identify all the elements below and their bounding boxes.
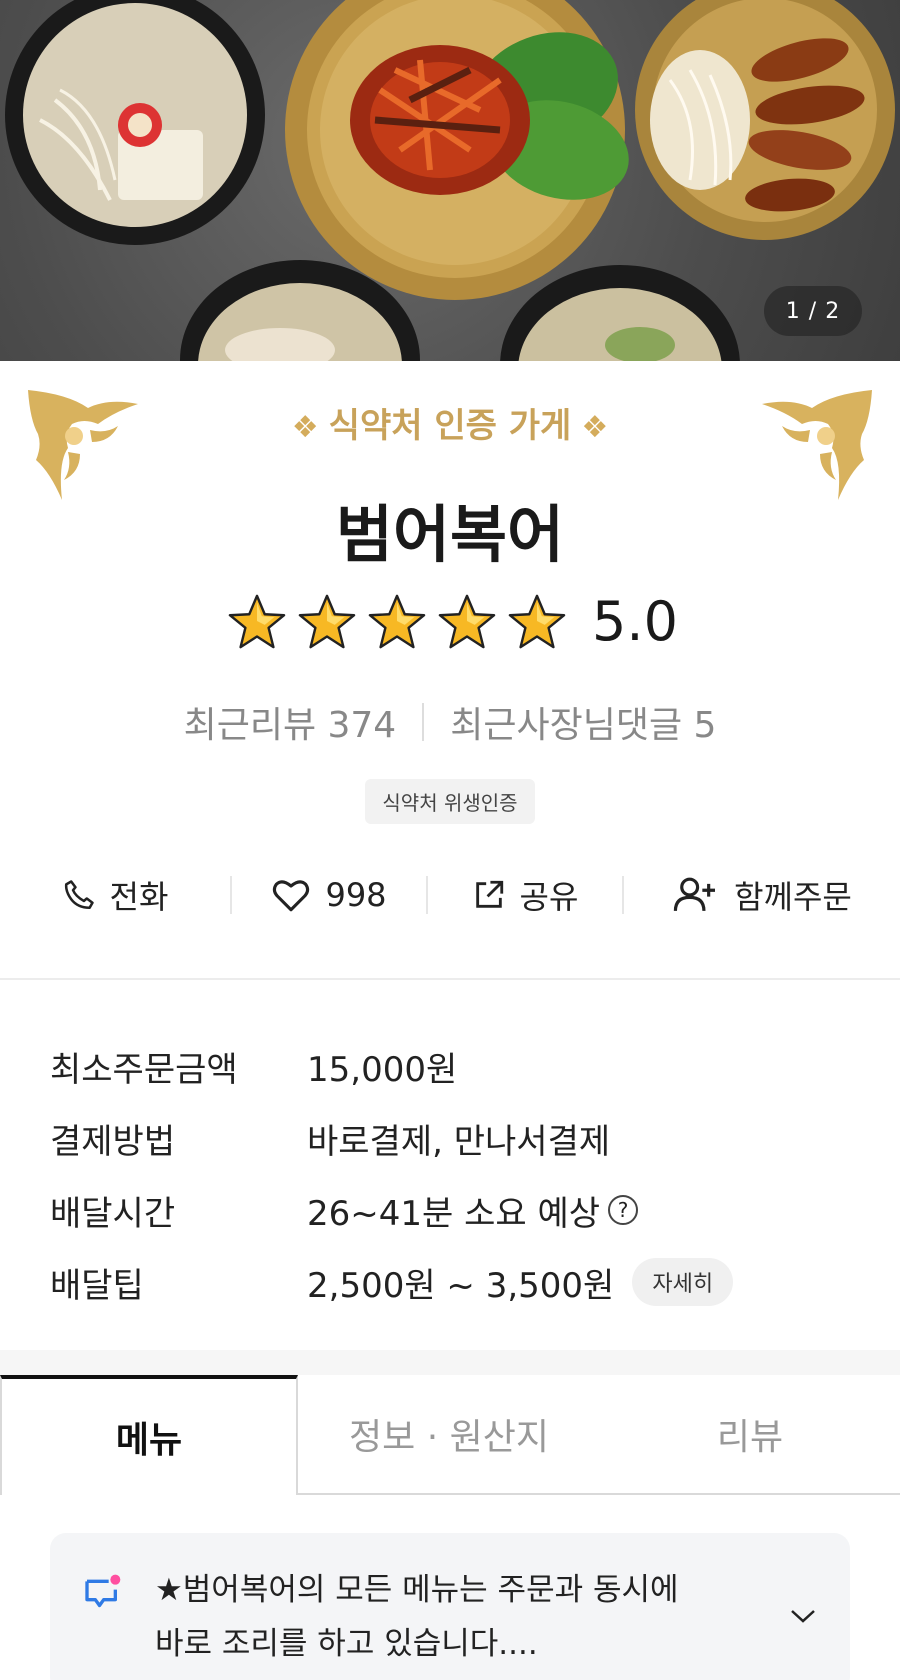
store-name: 범어복어 — [335, 498, 565, 571]
like-count: 998 — [325, 876, 387, 914]
share-label: 공유 — [519, 878, 579, 916]
delivery-tip-value: 2,500원 ~ 3,500원 — [307, 1265, 615, 1306]
chevron-down-icon[interactable] — [788, 1607, 818, 1625]
recent-reviews-link[interactable]: 최근리뷰 374 — [184, 696, 397, 748]
info-row-delivery-tip: 배달팁 2,500원 ~ 3,500원 자세히 — [50, 1246, 870, 1318]
notice-text: ★범어복어의 모든 메뉴는 주문과 동시에 바로 조리를 하고 있습니다.... — [155, 1563, 755, 1671]
action-bar: 전화 998 공유 함께주문 — [0, 865, 900, 925]
tab-bar: 메뉴 정보 · 원산지 리뷰 — [0, 1375, 900, 1495]
rating-value: 5.0 — [592, 590, 678, 653]
hero-image[interactable]: 1 / 2 — [0, 0, 900, 361]
delivery-tip-wrap: 2,500원 ~ 3,500원 자세히 — [307, 1258, 734, 1307]
notice-line-2: 바로 조리를 하고 있습니다.... — [155, 1626, 538, 1662]
section-divider — [0, 978, 900, 980]
share-button[interactable]: 공유 — [428, 865, 622, 925]
owner-comments-link[interactable]: 최근사장님댓글 5 — [450, 696, 716, 748]
tab-info-origin[interactable]: 정보 · 원산지 — [298, 1375, 600, 1495]
image-pager: 1 / 2 — [764, 286, 862, 336]
rating-row: 5.0 — [0, 590, 900, 653]
delivery-time-label: 배달시간 — [50, 1193, 176, 1234]
call-label: 전화 — [109, 878, 169, 916]
leaf-deco-icon: ❖ — [291, 410, 319, 445]
info-row-delivery-time: 배달시간 26~41분 소요 예상 ? — [50, 1174, 870, 1246]
leaf-deco-icon: ❖ — [581, 410, 609, 445]
delivery-time-wrap: 26~41분 소요 예상 ? — [307, 1186, 639, 1235]
info-row-payment: 결제방법 바로결제, 만나서결제 — [50, 1102, 870, 1174]
share-icon — [475, 880, 503, 908]
min-order-value: 15,000원 — [307, 1049, 458, 1090]
payment-label: 결제방법 — [50, 1121, 176, 1162]
store-info: 최소주문금액 15,000원 결제방법 바로결제, 만나서결제 배달시간 26~… — [50, 1030, 870, 1318]
delivery-tip-detail-button[interactable]: 자세히 — [632, 1258, 734, 1306]
certified-store-label: ❖ 식약처 인증 가게 ❖ — [0, 398, 900, 447]
delivery-time-value: 26~41분 소요 예상 — [307, 1193, 601, 1234]
heart-icon — [273, 880, 310, 912]
star-icon — [438, 594, 496, 648]
star-icon — [508, 594, 566, 648]
call-button[interactable]: 전화 — [0, 865, 230, 925]
tab-reviews[interactable]: 리뷰 — [600, 1375, 900, 1495]
group-order-label: 함께주문 — [734, 878, 852, 916]
hygiene-cert-badge: 식약처 위생인증 — [365, 779, 535, 824]
divider — [422, 703, 425, 741]
like-button[interactable]: 998 — [232, 865, 426, 925]
delivery-tip-label: 배달팁 — [50, 1265, 144, 1306]
add-user-icon — [673, 877, 716, 911]
info-row-min-order: 최소주문금액 15,000원 — [50, 1030, 870, 1102]
phone-icon — [64, 880, 94, 910]
tab-menu[interactable]: 메뉴 — [0, 1375, 298, 1495]
review-summary: 최근리뷰 374 최근사장님댓글 5 — [0, 696, 900, 748]
star-icon — [298, 594, 356, 648]
star-icon — [368, 594, 426, 648]
help-icon[interactable]: ? — [608, 1195, 639, 1225]
notice-icon — [85, 1574, 121, 1608]
star-icon — [228, 594, 286, 648]
payment-value: 바로결제, 만나서결제 — [307, 1121, 611, 1162]
notice-line-1: ★범어복어의 모든 메뉴는 주문과 동시에 — [155, 1572, 679, 1608]
group-order-button[interactable]: 함께주문 — [624, 865, 900, 925]
certified-store-text: 식약처 인증 가게 — [328, 406, 572, 446]
owner-notice[interactable]: ★범어복어의 모든 메뉴는 주문과 동시에 바로 조리를 하고 있습니다.... — [50, 1533, 850, 1680]
min-order-label: 최소주문금액 — [50, 1049, 238, 1090]
